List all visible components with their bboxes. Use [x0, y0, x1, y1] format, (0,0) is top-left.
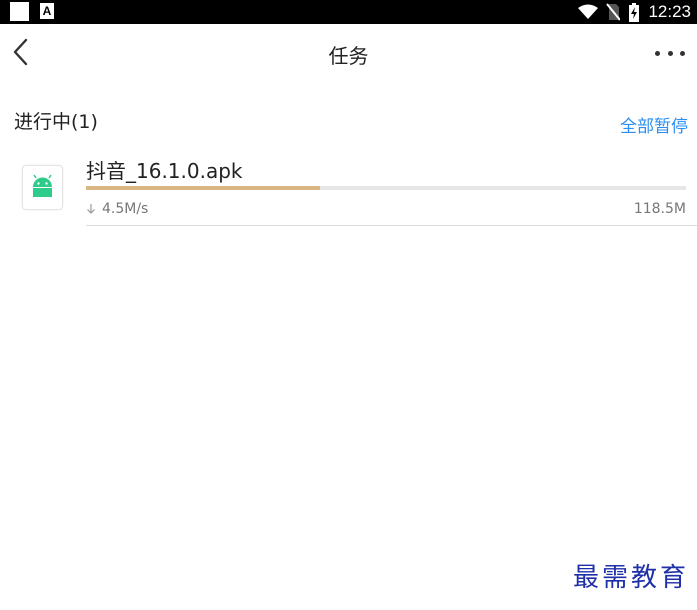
android-icon — [33, 174, 52, 197]
battery-charging-icon — [629, 2, 640, 22]
file-name: 抖音_16.1.0.apk — [86, 159, 243, 183]
more-options-button[interactable] — [655, 42, 685, 64]
download-item[interactable]: 抖音_16.1.0.apk 4.5M/s 118.5M — [0, 148, 697, 228]
clock: 12:23 — [648, 2, 691, 21]
arrow-down-icon — [87, 204, 95, 214]
file-size: 118.5M — [633, 201, 686, 217]
wifi-icon — [578, 4, 599, 19]
download-progress-fill — [86, 186, 320, 190]
divider — [86, 225, 697, 226]
pause-all-button[interactable]: 全部暂停 — [620, 112, 688, 137]
app-bar: 任务 — [0, 24, 697, 80]
app-icon — [22, 165, 63, 210]
page-title: 任务 — [328, 44, 369, 68]
watermark-text: 最需教育 — [572, 563, 689, 593]
notification-a-icon: A — [40, 3, 54, 19]
speed-text: 4.5M/s — [102, 201, 149, 217]
notification-square-icon — [10, 2, 29, 21]
status-bar: A 12:23 — [0, 0, 697, 24]
download-progress-bar — [86, 186, 686, 190]
more-dot-icon — [680, 50, 685, 56]
no-sim-icon — [606, 3, 621, 21]
more-dot-icon — [667, 50, 673, 56]
section-title: 进行中(1) — [14, 111, 98, 133]
download-speed: 4.5M/s — [86, 201, 148, 217]
more-dot-icon — [655, 50, 660, 56]
